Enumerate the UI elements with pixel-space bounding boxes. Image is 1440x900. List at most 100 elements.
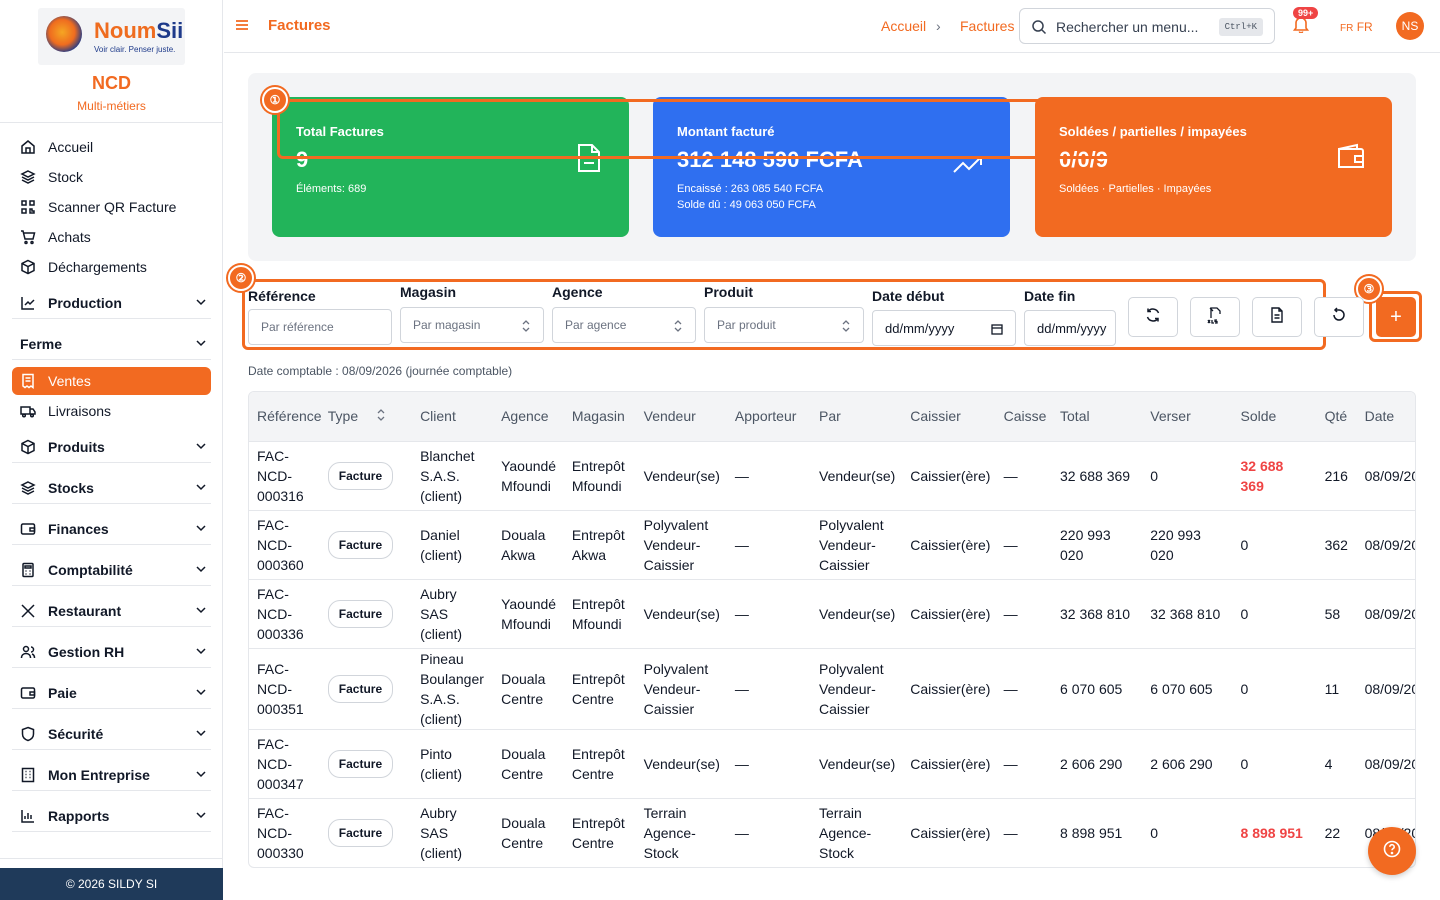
- agence-select[interactable]: Par agence: [552, 307, 696, 343]
- cell-agence: Douala Centre: [493, 728, 564, 798]
- sidebar-item-stock[interactable]: Stock: [12, 167, 211, 187]
- sidebar-group-finances[interactable]: Finances: [12, 519, 211, 539]
- cell-solde: 32 688 369: [1232, 440, 1317, 510]
- column-header[interactable]: Agence: [493, 392, 564, 441]
- sort-updown-icon: [841, 320, 851, 335]
- cell-ref: FAC-NCD-000330: [249, 797, 320, 867]
- sidebar-item-accueil[interactable]: Accueil: [12, 137, 211, 157]
- breadcrumb-home[interactable]: Accueil: [881, 18, 926, 34]
- filter-label-date-debut: Date début: [872, 288, 945, 304]
- add-invoice-button[interactable]: +: [1376, 297, 1416, 337]
- document-icon: [575, 143, 603, 178]
- org-name: NCD: [92, 73, 131, 93]
- excel-file-icon: [1207, 306, 1223, 329]
- help-button[interactable]: [1368, 827, 1416, 875]
- chevron-down-icon: [195, 480, 207, 496]
- user-avatar[interactable]: NS: [1396, 12, 1424, 40]
- column-header[interactable]: Caissier: [902, 392, 995, 441]
- sidebar-group-securite[interactable]: Sécurité: [12, 724, 211, 744]
- sort-updown-icon[interactable]: [376, 408, 386, 424]
- language-switcher[interactable]: FR FR: [1340, 20, 1373, 34]
- breadcrumb-chevron-icon: ›: [936, 18, 941, 34]
- sidebar-group-paie[interactable]: Paie: [12, 683, 211, 703]
- column-header[interactable]: Caisse: [996, 392, 1052, 441]
- table-row[interactable]: FAC-NCD-000316 Facture Blanchet S.A.S. (cl…: [249, 440, 1415, 510]
- table-header-row: Référence Type Client Agence Magasin Ven…: [249, 392, 1415, 441]
- produit-select[interactable]: Par produit: [704, 307, 864, 343]
- hamburger-menu-icon[interactable]: [234, 17, 250, 38]
- sidebar-item-ventes[interactable]: Ventes: [12, 367, 211, 395]
- document-icon: [1270, 306, 1284, 328]
- cell-vendeur: Vendeur(se): [635, 728, 727, 798]
- cell-caisse: —: [995, 647, 1053, 729]
- cell-total: 2 606 290: [1052, 728, 1143, 798]
- column-header[interactable]: Solde: [1233, 392, 1317, 441]
- sidebar-item-livraisons[interactable]: Livraisons: [12, 401, 211, 421]
- export-pdf-button[interactable]: [1252, 297, 1302, 337]
- column-header[interactable]: Qté: [1317, 392, 1357, 441]
- sidebar-item-scanner-qr[interactable]: Scanner QR Facture: [12, 197, 211, 217]
- calendar-icon[interactable]: [991, 323, 1003, 338]
- column-header[interactable]: Référence: [249, 392, 322, 441]
- cell-solde: 0: [1232, 728, 1317, 798]
- cell-caisse: —: [995, 797, 1053, 867]
- sidebar-group-produits[interactable]: Produits: [12, 437, 211, 457]
- rotate-ccw-icon: [1331, 306, 1347, 328]
- column-header[interactable]: Par: [811, 392, 902, 441]
- sidebar-group-comptabilite[interactable]: Comptabilité: [12, 560, 211, 580]
- chevron-down-icon: [195, 726, 207, 742]
- cell-par: Polyvalent Vendeur-Caissier: [811, 647, 903, 729]
- menu-search-input[interactable]: Rechercher un menu... Ctrl+K: [1019, 8, 1275, 44]
- cell-magasin: Entrepôt Mfoundi: [563, 440, 636, 510]
- sidebar-group-production[interactable]: Production: [12, 293, 211, 313]
- sidebar-item-achats[interactable]: Achats: [12, 227, 211, 247]
- sidebar-item-dechargements[interactable]: Déchargements: [12, 257, 211, 277]
- cart-icon: [20, 229, 36, 245]
- cell-caissier: Caissier(ère): [902, 728, 996, 798]
- export-excel-button[interactable]: [1190, 297, 1240, 337]
- chevron-down-icon: [195, 521, 207, 537]
- cell-qte: 58: [1316, 578, 1357, 648]
- refresh-button[interactable]: [1128, 297, 1178, 337]
- sidebar-group-gestion-rh[interactable]: Gestion RH: [12, 642, 211, 662]
- type-badge: Facture: [327, 818, 394, 847]
- cell-caisse: —: [995, 440, 1053, 510]
- magasin-select[interactable]: Par magasin: [400, 307, 544, 343]
- reference-input[interactable]: Par référence: [248, 309, 392, 345]
- table-row[interactable]: FAC-NCD-000336 Facture Aubry SAS (client) Y…: [249, 578, 1415, 648]
- column-header[interactable]: Client: [412, 392, 493, 441]
- sidebar-group-mon-entreprise[interactable]: Mon Entreprise: [12, 765, 211, 785]
- column-header[interactable]: Date: [1357, 392, 1415, 441]
- chevron-down-icon: [195, 685, 207, 701]
- cell-caisse: —: [995, 728, 1053, 798]
- column-header[interactable]: Total: [1052, 392, 1142, 441]
- date-debut-input[interactable]: dd/mm/yyyy: [872, 310, 1016, 346]
- sidebar-group-stocks[interactable]: Stocks: [12, 478, 211, 498]
- sidebar-group-rapports[interactable]: Rapports: [12, 806, 211, 826]
- chevron-down-icon: [195, 603, 207, 619]
- cell-client: Daniel (client): [412, 509, 494, 579]
- cell-solde: 0: [1232, 578, 1317, 648]
- table-row[interactable]: FAC-NCD-000330 Facture Aubry SAS (client) D…: [249, 797, 1415, 867]
- cell-client: Aubry SAS (client): [412, 797, 494, 867]
- reset-button[interactable]: [1314, 297, 1364, 337]
- chart-icon: [20, 295, 36, 311]
- column-header[interactable]: Magasin: [564, 392, 636, 441]
- date-fin-input[interactable]: dd/mm/yyyy: [1024, 310, 1116, 346]
- column-header[interactable]: Vendeur: [636, 392, 727, 441]
- cell-ref: FAC-NCD-000347: [249, 728, 320, 798]
- home-icon: [20, 139, 36, 155]
- table-row[interactable]: FAC-NCD-000351 Facture Pineau Boulanger S.…: [249, 647, 1415, 729]
- table-row[interactable]: FAC-NCD-000347 Facture Pinto (client) Doual…: [249, 728, 1415, 798]
- sidebar-group-ferme[interactable]: Ferme: [12, 334, 211, 354]
- refresh-icon: [1145, 307, 1161, 328]
- column-header[interactable]: Type: [320, 392, 412, 441]
- cell-date: 08/09/2026: [1356, 440, 1415, 510]
- cell-caisse: —: [995, 509, 1053, 579]
- sidebar-group-restaurant[interactable]: Restaurant: [12, 601, 211, 621]
- trend-up-icon: [952, 155, 984, 180]
- column-header[interactable]: Verser: [1142, 392, 1232, 441]
- sidebar-footer: © 2026 SILDY SI: [0, 868, 223, 900]
- table-row[interactable]: FAC-NCD-000360 Facture Daniel (client) Doua…: [249, 509, 1415, 579]
- column-header[interactable]: Apporteur: [727, 392, 811, 441]
